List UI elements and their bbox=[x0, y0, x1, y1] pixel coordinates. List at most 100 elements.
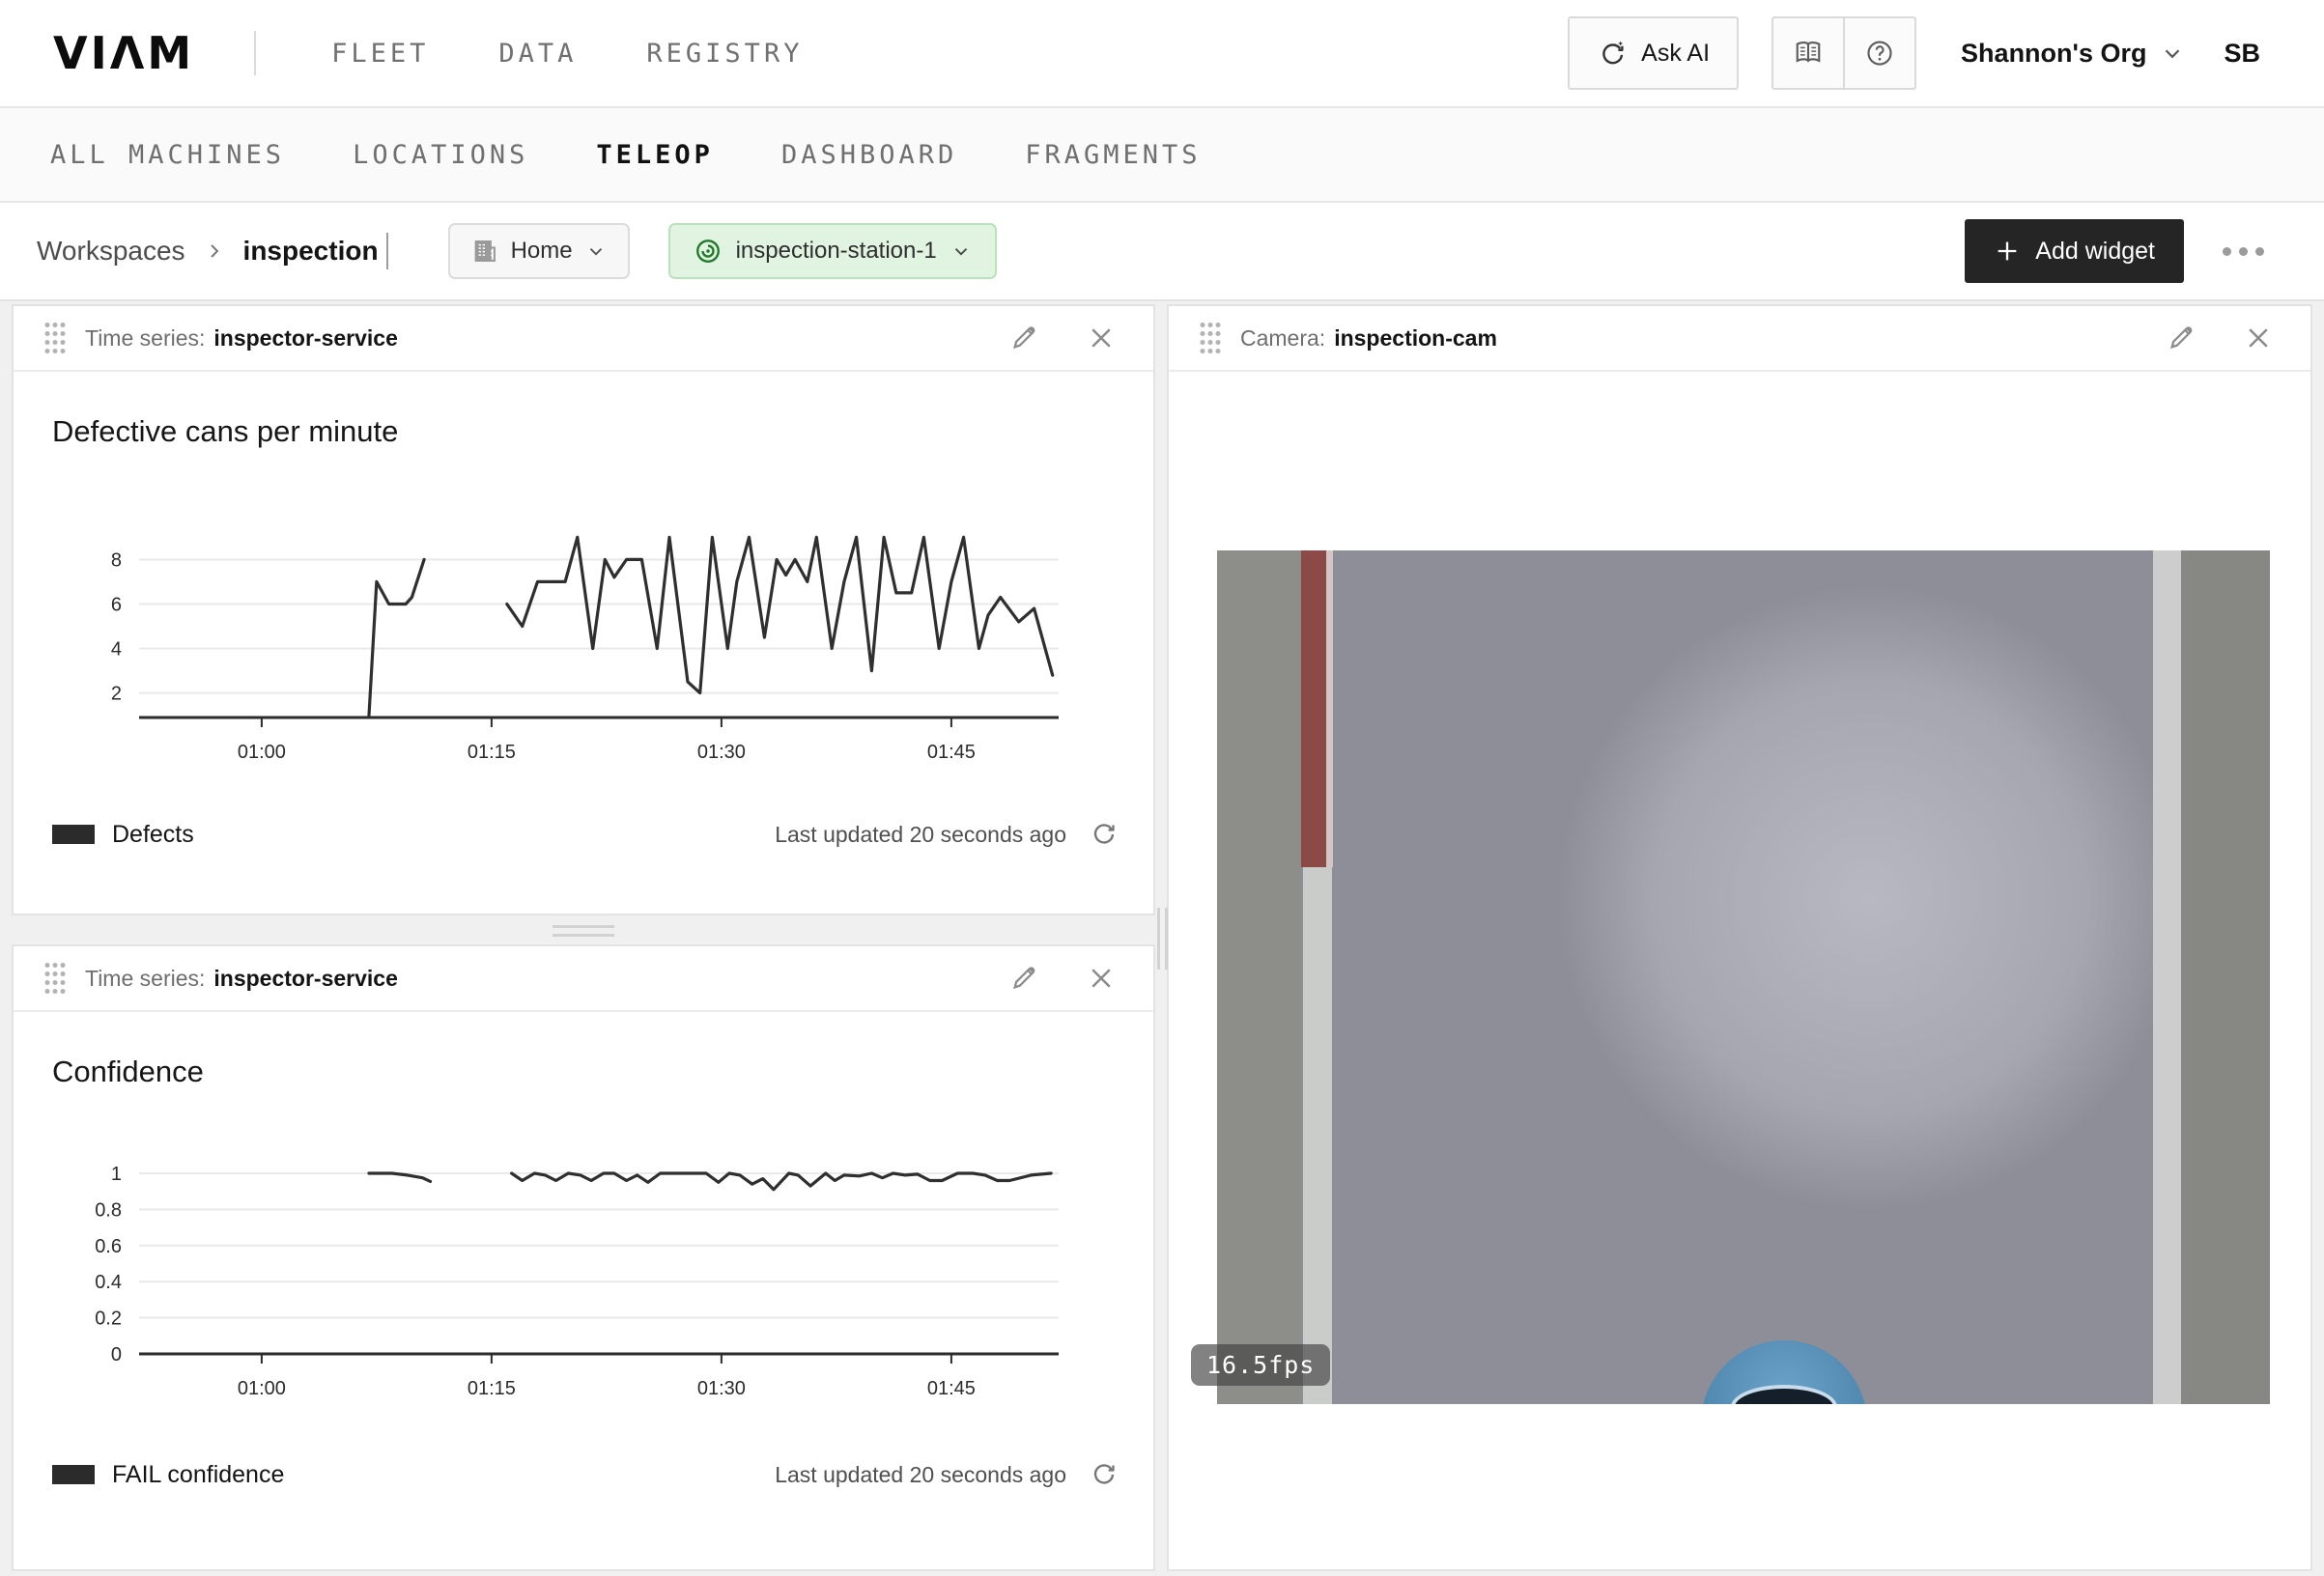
widget-timeseries-defects: Time series: inspector-service Defective … bbox=[12, 304, 1155, 915]
close-widget-button[interactable] bbox=[1086, 963, 1117, 994]
widget-service-name: inspector-service bbox=[213, 966, 397, 991]
pencil-icon bbox=[1009, 324, 1038, 352]
drag-handle-icon[interactable] bbox=[43, 319, 66, 357]
ask-ai-button[interactable]: Ask AI bbox=[1568, 16, 1739, 90]
widget-timeseries-confidence: Time series: inspector-service Confidence… bbox=[12, 944, 1155, 1571]
svg-text:01:15: 01:15 bbox=[468, 1378, 516, 1399]
docs-button[interactable] bbox=[1773, 18, 1843, 88]
text-cursor bbox=[386, 233, 388, 269]
svg-text:0.6: 0.6 bbox=[95, 1236, 122, 1257]
workspace-name-input[interactable]: inspection bbox=[243, 236, 379, 267]
widget-title: Camera: inspection-cam bbox=[1240, 325, 1497, 352]
chart-title: Confidence bbox=[52, 1055, 204, 1089]
ask-ai-label: Ask AI bbox=[1641, 40, 1710, 68]
svg-text:01:45: 01:45 bbox=[927, 1378, 976, 1399]
last-updated-text: Last updated 20 seconds ago bbox=[775, 822, 1066, 848]
edit-widget-button[interactable] bbox=[1008, 323, 1039, 353]
drag-handle-icon[interactable] bbox=[43, 959, 66, 998]
svg-text:0.8: 0.8 bbox=[95, 1199, 122, 1221]
add-widget-button[interactable]: Add widget bbox=[1965, 219, 2184, 283]
camera-frame-left-strip bbox=[1217, 550, 1301, 1404]
machine-selector[interactable]: inspection-station-1 bbox=[668, 223, 997, 279]
refresh-button[interactable] bbox=[1090, 1460, 1119, 1489]
fleet-tab-bar: ALL MACHINES LOCATIONS TELEOP DASHBOARD … bbox=[0, 106, 2324, 203]
close-icon bbox=[1087, 964, 1116, 993]
svg-text:6: 6 bbox=[111, 595, 122, 616]
tab-locations[interactable]: LOCATIONS bbox=[353, 140, 528, 170]
machine-name: inspection-station-1 bbox=[736, 238, 937, 265]
tab-fragments[interactable]: FRAGMENTS bbox=[1025, 140, 1201, 170]
building-icon bbox=[471, 238, 498, 265]
help-button[interactable] bbox=[1845, 18, 1914, 88]
camera-frame-belt-area bbox=[1333, 550, 2153, 1404]
pencil-icon bbox=[2167, 324, 2196, 352]
legend-label: Defects bbox=[112, 821, 194, 849]
nav-fleet[interactable]: FLEET bbox=[331, 39, 429, 69]
help-button-group bbox=[1771, 16, 1916, 90]
ask-ai-icon bbox=[1597, 38, 1628, 69]
svg-text:01:30: 01:30 bbox=[697, 742, 746, 763]
widget-title: Time series: inspector-service bbox=[85, 325, 398, 352]
svg-text:01:45: 01:45 bbox=[927, 742, 976, 763]
svg-text:2: 2 bbox=[111, 684, 122, 705]
close-icon bbox=[1087, 324, 1116, 352]
tab-teleop[interactable]: TELEOP bbox=[596, 140, 714, 170]
widget-type-label: Time series: bbox=[85, 325, 205, 351]
org-switcher[interactable]: Shannon's Org bbox=[1961, 39, 2185, 69]
chart-title: Defective cans per minute bbox=[52, 414, 398, 449]
refresh-button[interactable] bbox=[1090, 820, 1119, 849]
question-circle-icon bbox=[1865, 39, 1894, 68]
svg-text:1: 1 bbox=[111, 1164, 122, 1185]
drag-handle-icon[interactable] bbox=[1198, 319, 1221, 357]
avatar[interactable]: SB bbox=[2224, 39, 2260, 69]
can-cap-opening bbox=[1731, 1385, 1837, 1404]
nav-registry[interactable]: REGISTRY bbox=[646, 39, 803, 69]
row-resize-grip[interactable] bbox=[553, 925, 614, 943]
widget-header: Camera: inspection-cam bbox=[1169, 306, 2310, 372]
close-widget-button[interactable] bbox=[1086, 323, 1117, 353]
header-right: Ask AI Shannon's Org bbox=[1568, 16, 2324, 90]
svg-text:01:15: 01:15 bbox=[468, 742, 516, 763]
column-resize-grip[interactable] bbox=[1157, 908, 1168, 970]
widget-service-name: inspector-service bbox=[213, 325, 397, 351]
svg-text:01:00: 01:00 bbox=[238, 742, 286, 763]
legend-label: FAIL confidence bbox=[112, 1461, 284, 1489]
widget-title: Time series: inspector-service bbox=[85, 966, 398, 992]
widget-type-label: Time series: bbox=[85, 966, 205, 991]
widget-type-label: Camera: bbox=[1240, 325, 1325, 351]
more-menu-button[interactable] bbox=[2223, 247, 2264, 256]
legend-swatch bbox=[52, 825, 95, 844]
tab-dashboard[interactable]: DASHBOARD bbox=[781, 140, 957, 170]
teleop-canvas: Time series: inspector-service Defective … bbox=[0, 299, 2324, 1576]
legend-swatch bbox=[52, 1465, 95, 1484]
location-label: Home bbox=[511, 238, 573, 265]
last-updated-text: Last updated 20 seconds ago bbox=[775, 1462, 1066, 1488]
breadcrumb-chevron-icon bbox=[203, 239, 226, 263]
tab-all-machines[interactable]: ALL MACHINES bbox=[50, 140, 285, 170]
workspace-toolbar: Workspaces inspection Home inspection-st… bbox=[0, 203, 2324, 299]
primary-nav: FLEET DATA REGISTRY bbox=[331, 39, 803, 69]
viam-logo[interactable]: VIΛM bbox=[53, 27, 194, 79]
confidence-chart: 00.20.40.60.8101:0001:1501:3001:45 bbox=[33, 1164, 1134, 1434]
machine-live-icon bbox=[694, 237, 723, 266]
org-name: Shannon's Org bbox=[1961, 39, 2146, 69]
camera-frame-pink-sliver bbox=[1326, 550, 1333, 867]
pencil-icon bbox=[1009, 964, 1038, 993]
camera-video-feed[interactable] bbox=[1217, 550, 2270, 1404]
camera-frame-light-strip-right bbox=[2153, 550, 2181, 1404]
edit-widget-button[interactable] bbox=[2166, 323, 2196, 353]
widget-service-name: inspection-cam bbox=[1334, 325, 1497, 351]
svg-text:4: 4 bbox=[111, 639, 122, 661]
edit-widget-button[interactable] bbox=[1008, 963, 1039, 994]
breadcrumb-workspaces[interactable]: Workspaces bbox=[37, 236, 185, 267]
location-selector[interactable]: Home bbox=[448, 223, 630, 279]
svg-text:0.2: 0.2 bbox=[95, 1309, 122, 1330]
refresh-icon bbox=[1090, 820, 1119, 849]
chevron-down-icon bbox=[585, 240, 607, 262]
nav-data[interactable]: DATA bbox=[498, 39, 577, 69]
widget-camera: Camera: inspection-cam bbox=[1167, 304, 2312, 1571]
svg-text:8: 8 bbox=[111, 549, 122, 571]
close-widget-button[interactable] bbox=[2243, 323, 2274, 353]
svg-text:01:30: 01:30 bbox=[697, 1378, 746, 1399]
svg-text:0.4: 0.4 bbox=[95, 1272, 122, 1293]
